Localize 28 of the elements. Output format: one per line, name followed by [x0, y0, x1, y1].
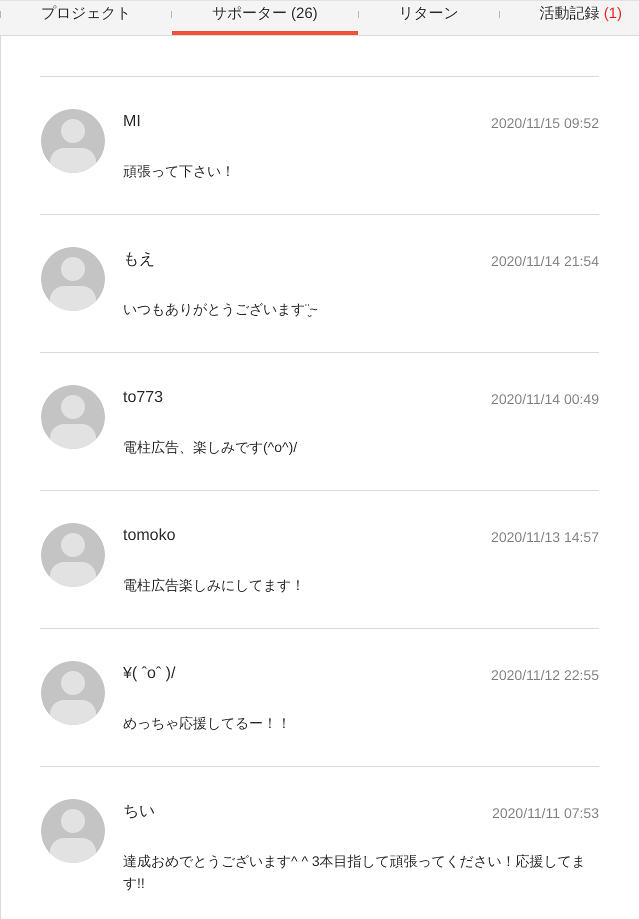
comment-text: 電柱広告楽しみにしてます！	[123, 576, 306, 595]
comment-text: めっちゃ応援してるー！！	[123, 714, 292, 733]
comment-date: 2020/11/11 07:53	[492, 804, 599, 823]
supporter-name: MI	[123, 112, 141, 132]
supporter-name: ちい	[123, 802, 155, 822]
tab[interactable]: プロジェクト	[1, 1, 171, 35]
comment-date: 2020/11/12 22:55	[491, 666, 599, 685]
tab[interactable]: サポーター (26)	[172, 1, 358, 35]
comment-text: 達成おめでとうございます^ ^ 3本目指して頑張ってください！応援してます!!	[123, 852, 587, 893]
supporter-name: to773	[123, 388, 164, 408]
comment-text: 電柱広告、楽しみです(^o^)/	[123, 438, 298, 457]
supporter-name: ¥( ˆoˆ )/	[123, 664, 176, 684]
supporter-name: もえ	[123, 250, 155, 270]
comment-date: 2020/11/15 09:52	[491, 114, 599, 133]
avatar-icon	[41, 661, 105, 725]
comment-text: 頑張って下さい！	[123, 162, 236, 181]
avatar-icon	[41, 799, 105, 863]
avatar-icon	[41, 247, 105, 311]
tab[interactable]: 活動記録 (1)	[500, 1, 639, 35]
supporter-name: tomoko	[123, 526, 176, 546]
comment-date: 2020/11/14 00:49	[491, 390, 599, 409]
tab[interactable]: リターン	[358, 1, 499, 35]
avatar-icon	[41, 523, 105, 587]
comment-date: 2020/11/13 14:57	[491, 528, 599, 547]
comment-text: いつもありがとうございます¨̮~	[123, 300, 319, 319]
avatar-icon	[41, 385, 105, 449]
avatar-icon	[41, 109, 105, 173]
comment-date: 2020/11/14 21:54	[491, 252, 599, 271]
